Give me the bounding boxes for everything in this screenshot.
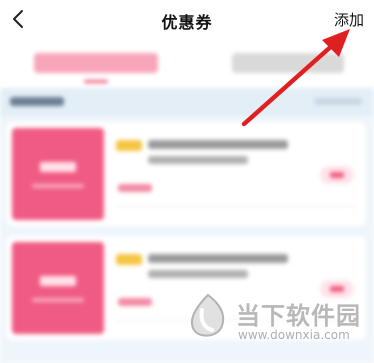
top-navigation-bar: 优惠券 添加 [0,0,374,40]
watermark-name: 当下软件园 [236,302,361,330]
coupon-price [118,184,152,192]
coupon-thumb-title [40,162,76,172]
section-filter[interactable] [314,98,362,105]
coupon-thumb-subtitle [32,298,84,302]
coupon-use-label [330,172,344,178]
coupon-description [148,270,248,278]
coupon-thumbnail [12,242,104,334]
coupon-title [148,254,288,263]
coupon-description [148,156,248,164]
coupon-divider [116,206,356,207]
tab-active-coupons[interactable] [34,53,158,73]
coupon-price [118,298,152,306]
coupon-section-header [0,88,374,116]
coupon-thumb-subtitle [32,184,84,188]
add-button[interactable]: 添加 [334,9,364,30]
coupon-thumbnail [12,128,104,220]
coupon-tag-badge [116,254,142,265]
page-title: 优惠券 [161,13,213,32]
tab-other-coupons[interactable] [232,53,344,73]
watermark-logo [190,293,225,337]
section-label [10,97,64,106]
coupon-tag-badge [116,140,142,151]
coupon-title [148,140,288,149]
coupon-tabs [0,40,374,88]
active-tab-indicator [84,80,108,83]
watermark-url: www.downxia.com [238,328,350,342]
coupon-card[interactable] [6,122,366,226]
coupon-thumb-title [40,276,76,286]
site-watermark: 当下软件园 www.downxia.com [186,292,366,356]
coupon-use-button[interactable] [320,166,354,184]
